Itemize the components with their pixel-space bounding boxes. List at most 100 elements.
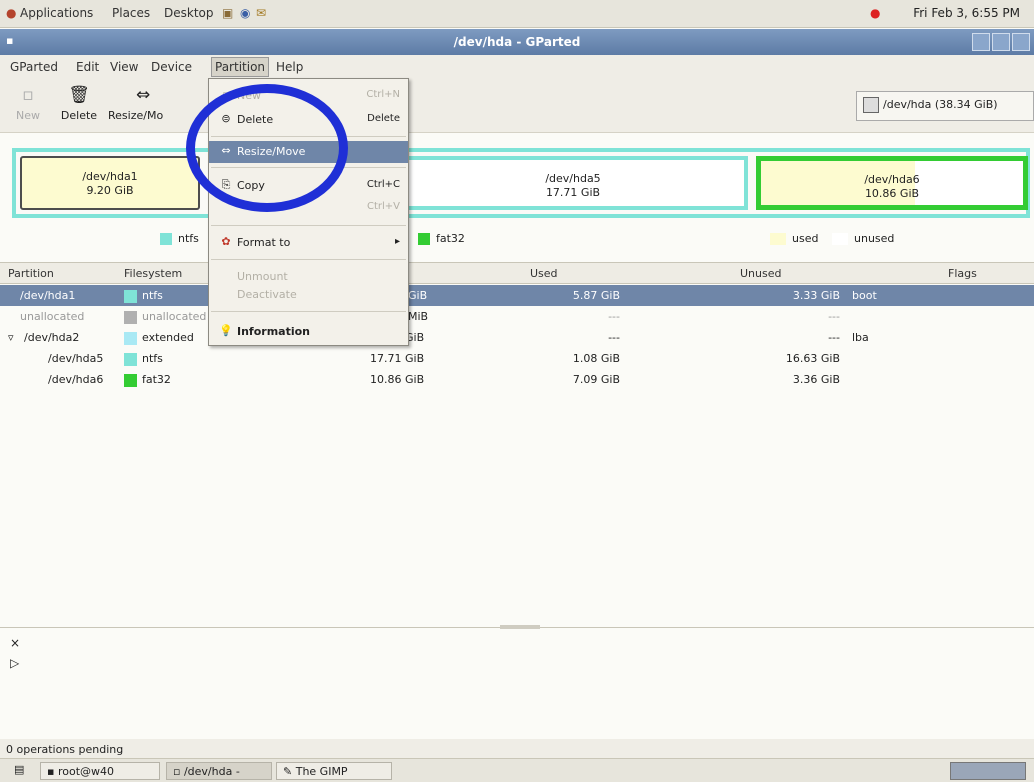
table-row[interactable]: /dev/hda1 ntfs GiB 5.87 GiB 3.33 GiB boo… — [0, 285, 1034, 306]
new-button[interactable]: ▫ New — [8, 85, 48, 122]
menu-partition[interactable]: Partition — [210, 57, 270, 77]
alert-icon[interactable]: ● — [870, 6, 880, 20]
menu-item-deactivate[interactable]: Deactivate — [209, 284, 408, 306]
col-filesystem[interactable]: Filesystem — [124, 267, 182, 280]
unused-swatch — [832, 233, 848, 245]
menu-item-delete-accel: Delete — [367, 113, 400, 124]
task-terminal[interactable]: ▪ root@w40 — [40, 762, 160, 780]
close-pane-icon[interactable]: × — [10, 636, 20, 650]
cell-used: 7.09 GiB — [572, 373, 620, 386]
cell-filesystem: fat32 — [142, 373, 171, 386]
cell-unused: --- — [828, 331, 840, 344]
used-swatch — [770, 233, 786, 245]
pane-resize-handle[interactable] — [500, 625, 540, 629]
task-terminal-label: root@w40 — [57, 765, 115, 778]
cell-partition: /dev/hda2 — [24, 331, 80, 344]
window-titlebar[interactable]: ▪ /dev/hda - GParted — [0, 29, 1034, 55]
menu-item-deactivate-label: Deactivate — [237, 288, 297, 301]
launcher-icon[interactable]: ▣ — [222, 6, 233, 20]
partition-block-hda6[interactable]: /dev/hda6 10.86 GiB — [756, 156, 1028, 210]
toolbar: ▫ New 🗑 Delete ⇔ Resize/Mo /dev/hda (38.… — [0, 79, 1034, 133]
cell-filesystem: ntfs — [142, 352, 163, 365]
cell-partition: /dev/hda1 — [20, 289, 76, 302]
resize-button[interactable]: ⇔ Resize/Mo — [108, 85, 208, 122]
table-row[interactable]: /dev/hda5 ntfs 17.71 GiB 1.08 GiB 16.63 … — [0, 348, 1034, 369]
expander-icon[interactable]: ▿ — [8, 331, 14, 344]
mail-icon[interactable]: ✉ — [256, 6, 266, 20]
gimp-icon: ✎ — [283, 765, 296, 778]
gnome-foot-icon[interactable]: ● — [6, 6, 16, 20]
menu-view[interactable]: View — [110, 60, 138, 74]
table-row[interactable]: ▿ /dev/hda2 extended 28.57 GiB --- --- l… — [0, 327, 1034, 348]
table-row[interactable]: /dev/hda6 fat32 10.86 GiB 7.09 GiB 3.36 … — [0, 369, 1034, 390]
device-selector-label: /dev/hda (38.34 GiB) — [883, 98, 998, 111]
cell-partition: unallocated — [20, 310, 85, 323]
partition-block-hda5[interactable]: /dev/hda5 17.71 GiB — [398, 156, 748, 210]
cell-size: 10.86 GiB — [370, 373, 425, 386]
format-icon: ✿ — [221, 235, 231, 248]
col-partition[interactable]: Partition — [8, 267, 54, 280]
close-button[interactable] — [1012, 33, 1030, 51]
cell-unused: --- — [828, 310, 840, 323]
disk-icon: ▫ — [173, 765, 184, 778]
menu-device[interactable]: Device — [151, 60, 192, 74]
device-selector[interactable]: /dev/hda (38.34 GiB) — [856, 91, 1034, 121]
menu-item-format-label: Format to — [237, 236, 291, 249]
apply-icon[interactable]: ▷ — [10, 656, 19, 670]
menu-item-paste-accel: Ctrl+V — [366, 201, 400, 212]
partition-block-hda1[interactable]: /dev/hda1 9.20 GiB — [20, 156, 200, 210]
menu-item-unmount-label: Unmount — [237, 270, 288, 283]
col-unused[interactable]: Unused — [740, 267, 781, 280]
cell-used: --- — [608, 331, 620, 344]
cell-flags: lba — [852, 331, 869, 344]
browser-icon[interactable]: ◉ — [240, 6, 250, 20]
window-title: /dev/hda - GParted — [453, 35, 581, 49]
cell-size: 17.71 GiB — [370, 352, 425, 365]
clock[interactable]: Fri Feb 3, 6:55 PM — [913, 6, 1020, 20]
menu-item-new-accel: Ctrl+N — [366, 89, 400, 100]
submenu-arrow-icon: ▸ — [394, 236, 400, 247]
partition-block-name: /dev/hda6 — [864, 173, 920, 186]
cell-unused: 3.36 GiB — [792, 373, 840, 386]
partition-block-size: 9.20 GiB — [86, 184, 134, 197]
partition-block-name: /dev/hda1 — [82, 170, 138, 183]
new-button-label: New — [16, 109, 40, 122]
delete-button-label: Delete — [60, 109, 98, 122]
menu-separator — [211, 311, 406, 312]
cell-size: MiB — [408, 310, 429, 323]
desktop-menu[interactable]: Desktop — [164, 6, 214, 20]
cell-used: 5.87 GiB — [572, 289, 620, 302]
workspace-switcher[interactable] — [950, 762, 1026, 780]
col-used[interactable]: Used — [530, 267, 558, 280]
cell-flags: boot — [852, 289, 877, 302]
cell-filesystem: extended — [142, 331, 194, 344]
menu-item-format-to[interactable]: ✿ Format to ▸ — [209, 232, 408, 254]
delete-button[interactable]: 🗑 Delete — [56, 85, 102, 122]
menu-gparted[interactable]: GParted — [10, 60, 58, 74]
annotation-circle — [186, 84, 348, 212]
menu-help[interactable]: Help — [276, 60, 303, 74]
places-menu[interactable]: Places — [112, 6, 150, 20]
maximize-button[interactable] — [992, 33, 1010, 51]
fs-swatch — [124, 289, 137, 303]
task-gimp[interactable]: ✎ The GIMP — [276, 762, 392, 780]
trash-icon: 🗑 — [68, 85, 90, 105]
harddisk-icon — [863, 97, 879, 113]
col-flags[interactable]: Flags — [948, 267, 977, 280]
operations-pane: × ▷ — [0, 625, 1034, 739]
task-gparted[interactable]: ▫ /dev/hda - — [166, 762, 272, 780]
menu-edit[interactable]: Edit — [76, 60, 99, 74]
cell-filesystem: unallocated — [142, 310, 207, 323]
applications-menu[interactable]: Applications — [20, 6, 93, 20]
minimize-button[interactable] — [972, 33, 990, 51]
table-row[interactable]: unallocated unallocated MiB --- --- — [0, 306, 1034, 327]
legend-ntfs: ntfs — [160, 232, 199, 245]
partition-block-size: 17.71 GiB — [545, 186, 601, 199]
menu-item-information[interactable]: 💡 Information — [209, 321, 408, 343]
cell-used: --- — [608, 310, 620, 323]
partition-block-name: /dev/hda5 — [545, 172, 601, 185]
task-gimp-label: The GIMP — [295, 765, 348, 778]
fat32-swatch — [418, 233, 430, 245]
menu-separator — [211, 225, 406, 226]
show-desktop-icon[interactable]: ▤ — [14, 763, 24, 776]
